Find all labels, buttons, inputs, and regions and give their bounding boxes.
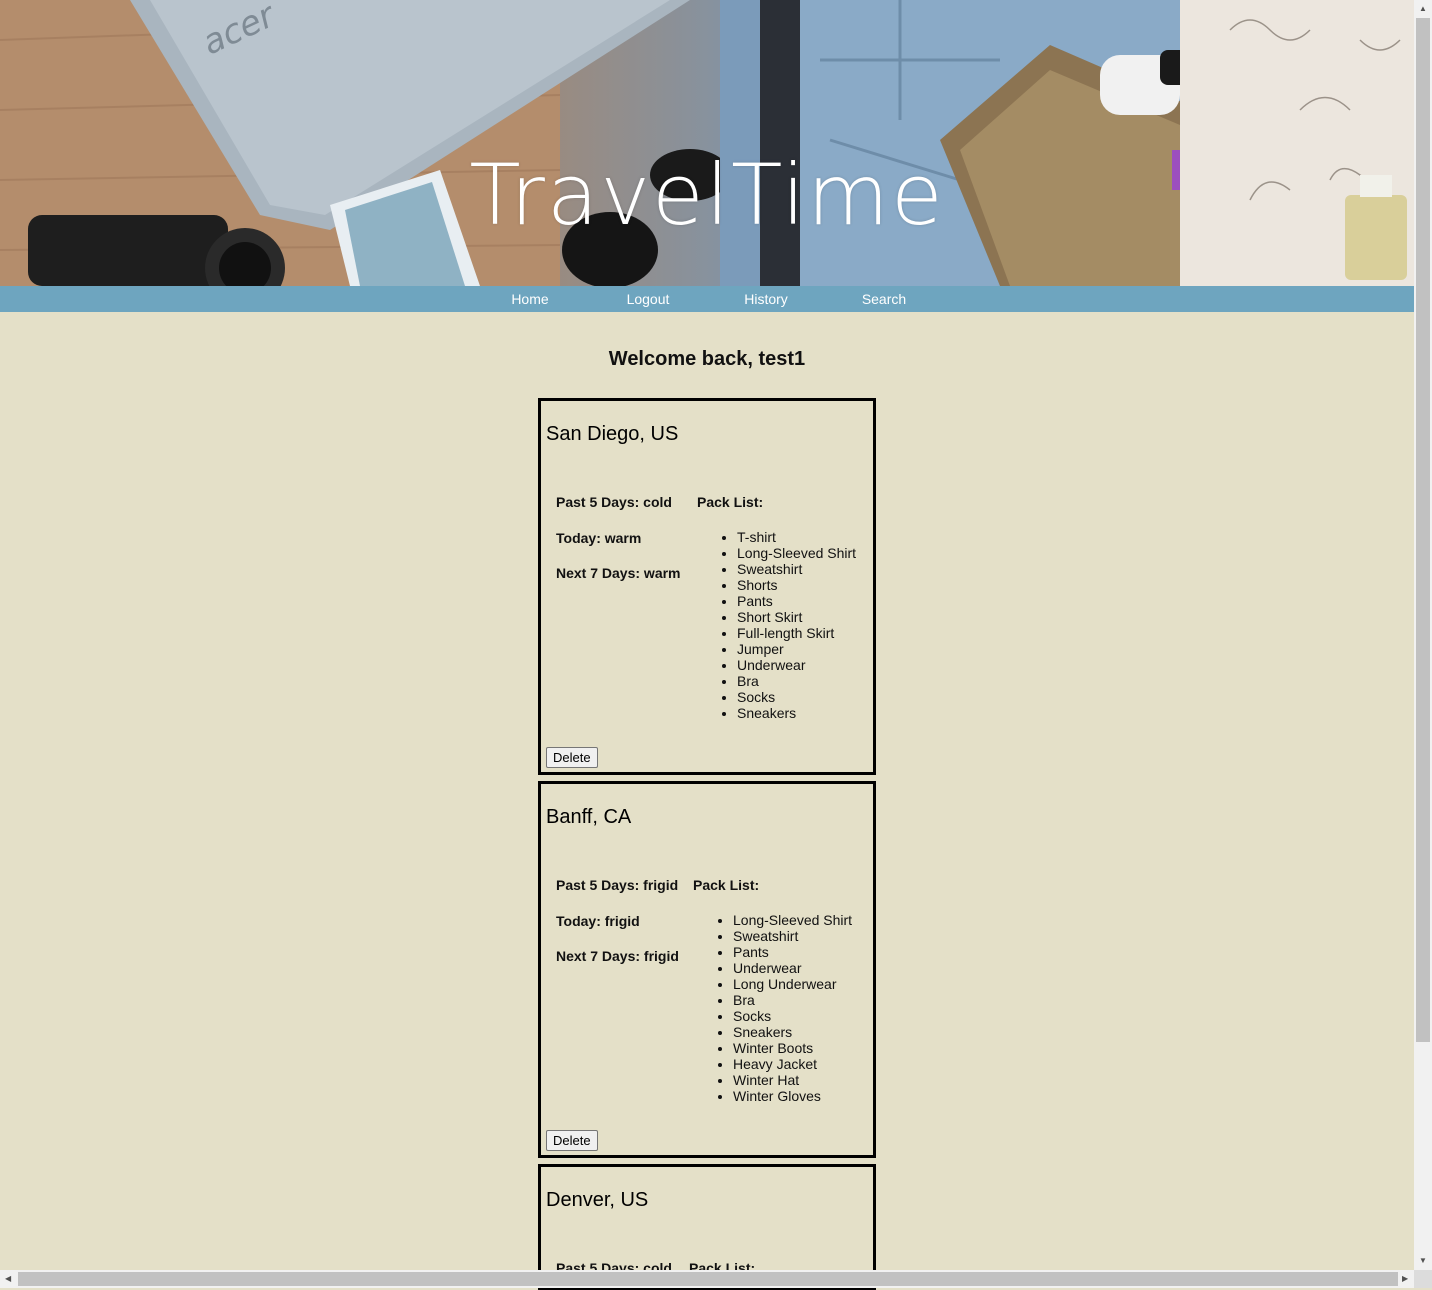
pack-item: Winter Boots <box>733 1040 852 1056</box>
trip-card: San Diego, US Past 5 Days: cold Today: w… <box>538 398 876 775</box>
horizontal-scrollbar[interactable]: ◀ ▶ <box>0 1270 1414 1288</box>
trip-city: Banff, CA <box>546 806 632 828</box>
pack-item: Full-length Skirt <box>737 625 856 641</box>
welcome-heading: Welcome back, test1 <box>608 348 806 370</box>
pack-item: Jumper <box>737 641 856 657</box>
today-weather: Today: frigid <box>556 912 640 929</box>
pack-item: Sneakers <box>737 705 856 721</box>
triangle-right-icon[interactable]: ▶ <box>1402 1274 1408 1284</box>
past-weather: Past 5 Days: cold <box>556 494 672 510</box>
triangle-down-icon[interactable]: ▼ <box>1419 1256 1427 1266</box>
pack-item: Sweatshirt <box>737 561 856 577</box>
pack-item: Shorts <box>737 577 856 593</box>
pack-item: Pants <box>737 593 856 609</box>
weather-summary: Past 5 Days: cold Today: warm Next 7 Day… <box>556 494 681 601</box>
pack-item: Underwear <box>737 657 856 673</box>
pack-item: Long Underwear <box>733 976 852 992</box>
today-weather: Today: warm <box>556 529 642 546</box>
pack-item: Short Skirt <box>737 609 856 625</box>
trip-city: Denver, US <box>546 1189 649 1211</box>
pack-item: Underwear <box>733 960 852 976</box>
pack-item: Long-Sleeved Shirt <box>737 545 856 561</box>
delete-button[interactable]: Delete <box>546 1130 598 1151</box>
pack-item: T-shirt <box>737 529 856 545</box>
triangle-left-icon[interactable]: ◀ <box>5 1274 11 1284</box>
pack-list: Long-Sleeved Shirt Sweatshirt Pants Unde… <box>715 912 852 1104</box>
pack-item: Winter Gloves <box>733 1088 852 1104</box>
pack-item: Bra <box>737 673 856 689</box>
horizontal-scroll-thumb[interactable] <box>18 1272 1398 1286</box>
delete-button[interactable]: Delete <box>546 747 598 768</box>
nav-search-link[interactable]: Search <box>825 286 943 312</box>
triangle-up-icon[interactable]: ▲ <box>1419 4 1427 14</box>
nav-history-link[interactable]: History <box>707 286 825 312</box>
main-nav: Home Logout History Search <box>0 286 1414 312</box>
next-weather: Next 7 Days: warm <box>556 565 681 581</box>
past-weather: Past 5 Days: frigid <box>556 877 679 893</box>
vertical-scrollbar[interactable]: ▲ ▼ <box>1414 0 1432 1270</box>
header-banner: acer TravelTime <box>0 0 1414 286</box>
pack-item: Long-Sleeved Shirt <box>733 912 852 928</box>
weather-summary: Past 5 Days: frigid Today: frigid Next 7… <box>556 877 679 984</box>
pack-item: Pants <box>733 944 852 960</box>
nav-logout-link[interactable]: Logout <box>589 286 707 312</box>
next-weather: Next 7 Days: frigid <box>556 948 679 964</box>
trip-card: Banff, CA Past 5 Days: frigid Today: fri… <box>538 781 876 1158</box>
pack-item: Socks <box>733 1008 852 1024</box>
pack-list-title: Pack List: <box>697 494 764 510</box>
pack-item: Winter Hat <box>733 1072 852 1088</box>
pack-item: Bra <box>733 992 852 1008</box>
site-title: TravelTime <box>469 146 945 244</box>
trip-city: San Diego, US <box>546 423 679 445</box>
pack-item: Sweatshirt <box>733 928 852 944</box>
pack-list: T-shirt Long-Sleeved Shirt Sweatshirt Sh… <box>719 529 856 721</box>
pack-item: Socks <box>737 689 856 705</box>
nav-home-link[interactable]: Home <box>471 286 589 312</box>
pack-item: Heavy Jacket <box>733 1056 852 1072</box>
vertical-scroll-thumb[interactable] <box>1416 18 1430 1042</box>
pack-list-title: Pack List: <box>693 877 760 893</box>
pack-item: Sneakers <box>733 1024 852 1040</box>
scrollbar-corner <box>1414 1270 1432 1288</box>
